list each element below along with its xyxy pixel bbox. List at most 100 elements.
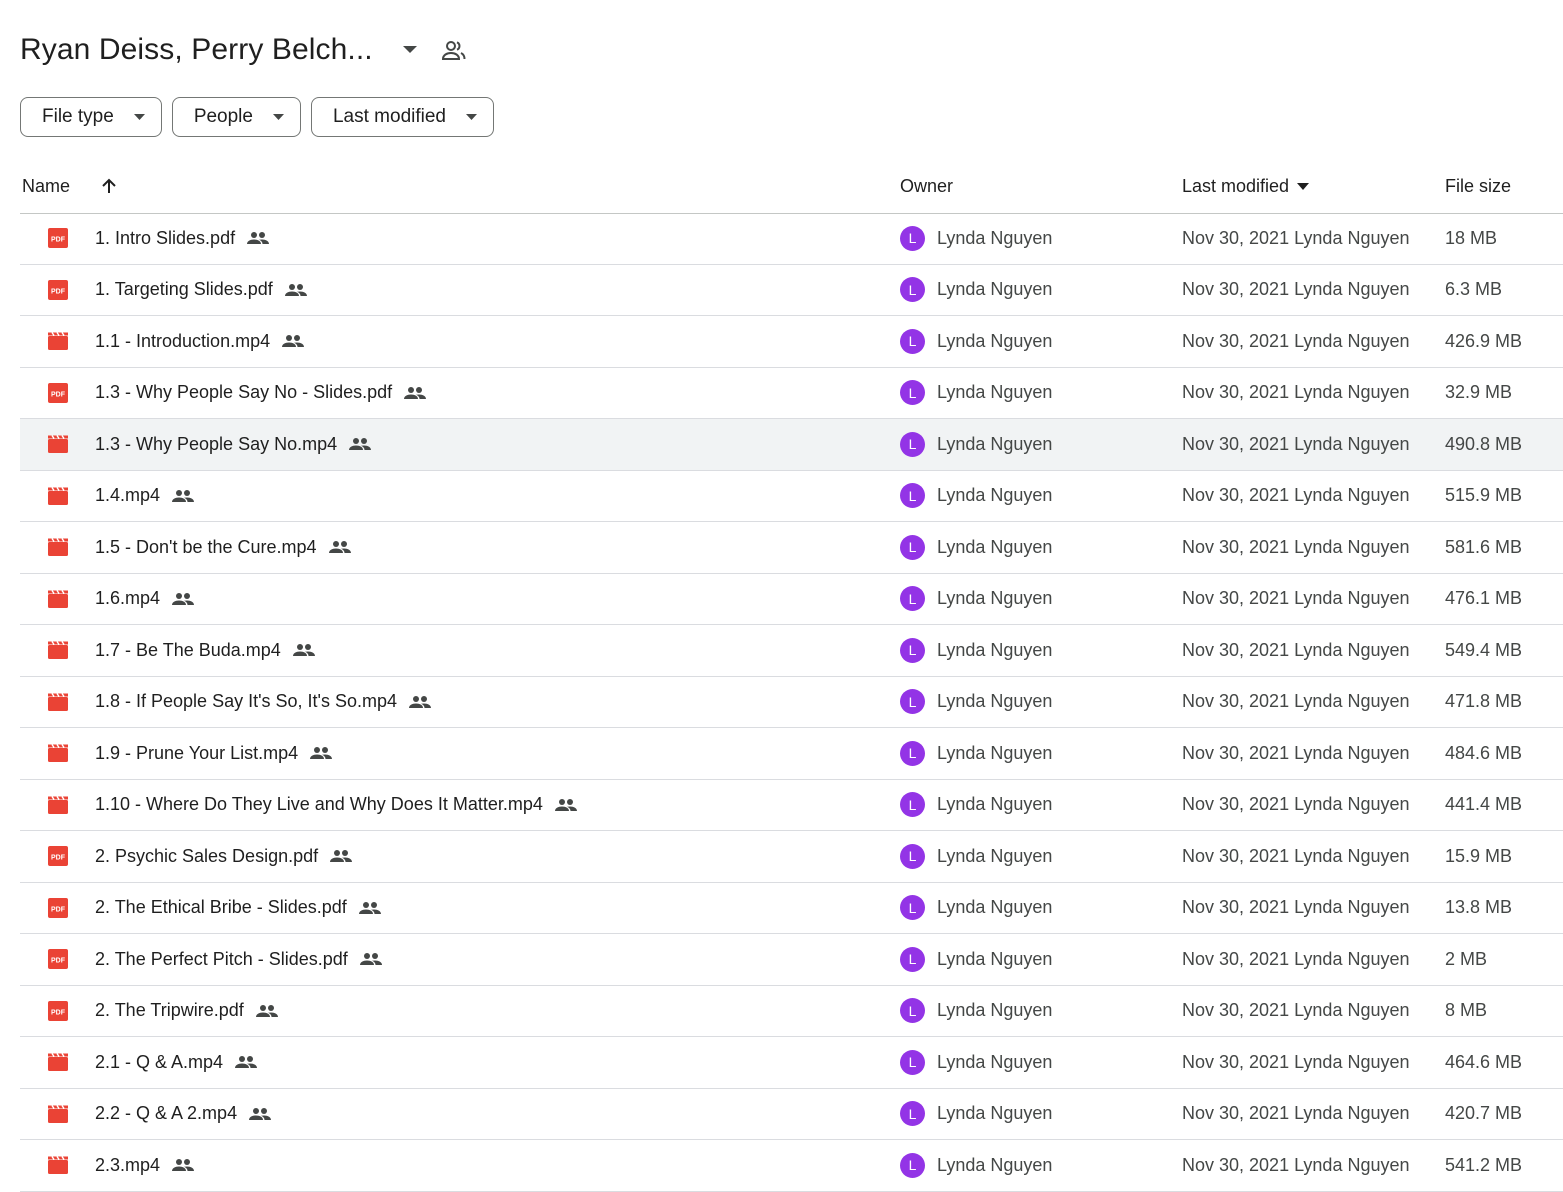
avatar: L [900, 895, 925, 921]
file-name[interactable]: 1.3 - Why People Say No - Slides.pdf [95, 382, 392, 403]
table-row[interactable]: 1.1 - Introduction.mp4 L Lynda Nguyen Nov 3… [20, 316, 1563, 368]
file-name-cell[interactable]: 2. The Perfect Pitch - Slides.pdf [95, 934, 382, 985]
caret-down-icon [133, 114, 145, 120]
table-row[interactable]: PDF 2. Psychic Sales Design.pdf L Lynda Ngu… [20, 831, 1563, 883]
table-row[interactable]: 1.7 - Be The Buda.mp4 L Lynda Nguyen Nov 30… [20, 625, 1563, 677]
file-name[interactable]: 1.1 - Introduction.mp4 [95, 331, 270, 352]
file-name[interactable]: 1. Targeting Slides.pdf [95, 279, 273, 300]
filter-file-type[interactable]: File type [20, 97, 162, 137]
table-row[interactable]: 2.1 - Q & A.mp4 L Lynda Nguyen Nov 30, 2021… [20, 1037, 1563, 1089]
arrow-up-icon[interactable] [100, 177, 118, 195]
avatar: L [900, 1049, 925, 1075]
file-name-cell[interactable]: 1.3 - Why People Say No.mp4 [95, 419, 372, 470]
filter-people[interactable]: People [171, 97, 301, 137]
file-name[interactable]: 1.3 - Why People Say No.mp4 [95, 434, 337, 455]
video-icon [47, 1140, 69, 1191]
table-row[interactable]: 1.8 - If People Say It's So, It's So.mp4… [20, 677, 1563, 728]
file-name[interactable]: 2.2 - Q & A 2.mp4 [95, 1103, 237, 1124]
file-name[interactable]: 2. The Perfect Pitch - Slides.pdf [95, 949, 348, 970]
table-row[interactable]: 1.3 - Why People Say No.mp4 L Lynda Nguyen… [20, 419, 1563, 471]
last-modified: Nov 30, 2021 Lynda Nguyen [1182, 794, 1410, 815]
owner-name: Lynda Nguyen [937, 1000, 1053, 1021]
file-name[interactable]: 2. The Tripwire.pdf [95, 1000, 244, 1021]
file-name[interactable]: 2.3.mp4 [95, 1155, 160, 1176]
owner-cell: L Lynda Nguyen [900, 368, 1052, 419]
table-row[interactable]: PDF 1.3 - Why People Say No - Slides.pdf L… [20, 368, 1563, 419]
pdf-icon: PDF [47, 986, 69, 1037]
file-name[interactable]: 2.1 - Q & A.mp4 [95, 1052, 223, 1073]
file-name-cell[interactable]: 1.5 - Don't be the Cure.mp4 [95, 522, 351, 573]
table-row[interactable]: PDF 2. The Tripwire.pdf L Lynda Nguyen Nov 3… [20, 986, 1563, 1037]
file-name-cell[interactable]: 2. The Ethical Bribe - Slides.pdf [95, 883, 381, 934]
avatar: L [900, 843, 925, 869]
column-name[interactable]: Name [22, 160, 118, 212]
file-name-cell[interactable]: 1.7 - Be The Buda.mp4 [95, 625, 315, 676]
caret-down-icon[interactable] [395, 35, 425, 65]
file-size-cell: 420.7 MB [1445, 1089, 1522, 1140]
table-row[interactable]: 1.6.mp4 L Lynda Nguyen Nov 30, 2021 Lynda N… [20, 574, 1563, 625]
file-name[interactable]: 1.5 - Don't be the Cure.mp4 [95, 537, 317, 558]
owner-cell: L Lynda Nguyen [900, 1140, 1052, 1191]
file-name-cell[interactable]: 1.10 - Where Do They Live and Why Does I… [95, 780, 577, 831]
owner-name: Lynda Nguyen [937, 433, 1053, 454]
file-name-cell[interactable]: 1. Targeting Slides.pdf [95, 265, 307, 316]
owner-cell: L Lynda Nguyen [900, 1089, 1052, 1140]
file-name[interactable]: 1.4.mp4 [95, 485, 160, 506]
file-name[interactable]: 1.10 - Where Do They Live and Why Does I… [95, 794, 543, 815]
table-row[interactable]: 1.4.mp4 L Lynda Nguyen Nov 30, 2021 Lynda N… [20, 471, 1563, 522]
table-row[interactable]: 2.2 - Q & A 2.mp4 L Lynda Nguyen Nov 30, 20… [20, 1089, 1563, 1140]
table-header: Name Owner Last modified File size [20, 160, 1563, 214]
file-name[interactable]: 1.8 - If People Say It's So, It's So.mp4 [95, 691, 397, 712]
table-row[interactable]: PDF 2. The Perfect Pitch - Slides.pdf L Lyn… [20, 934, 1563, 986]
file-name-cell[interactable]: 1. Intro Slides.pdf [95, 213, 270, 264]
file-name[interactable]: 2. The Ethical Bribe - Slides.pdf [95, 897, 347, 918]
table-row[interactable]: PDF 1. Targeting Slides.pdf L Lynda Nguyen N… [20, 265, 1563, 316]
avatar: L [900, 637, 925, 663]
svg-text:PDF: PDF [51, 855, 66, 862]
avatar: L [900, 483, 925, 509]
file-name-cell[interactable]: 2.1 - Q & A.mp4 [95, 1037, 258, 1088]
file-name[interactable]: 1.6.mp4 [95, 588, 160, 609]
last-modified: Nov 30, 2021 Lynda Nguyen [1182, 330, 1410, 351]
file-name[interactable]: 2. Psychic Sales Design.pdf [95, 846, 318, 867]
video-icon [47, 677, 69, 728]
avatar: L [900, 328, 925, 354]
shared-people-icon[interactable] [439, 35, 469, 65]
file-name-cell[interactable]: 2.3.mp4 [95, 1140, 195, 1191]
last-modified-cell: Nov 30, 2021 Lynda Nguyen [1182, 934, 1410, 985]
file-name-cell[interactable]: 1.1 - Introduction.mp4 [95, 316, 305, 367]
table-row[interactable]: 1.9 - Prune Your List.mp4 L Lynda Nguyen No… [20, 728, 1563, 780]
file-size: 32.9 MB [1445, 382, 1513, 403]
avatar: L [900, 1152, 925, 1178]
last-modified: Nov 30, 2021 Lynda Nguyen [1182, 279, 1410, 300]
file-name-cell[interactable]: 1.8 - If People Say It's So, It's So.mp4 [95, 677, 432, 728]
column-last-modified[interactable]: Last modified [1182, 160, 1310, 212]
table-row[interactable]: 2.3.mp4 L Lynda Nguyen Nov 30, 2021 Lynda N… [20, 1140, 1563, 1192]
filter-last-modified[interactable]: Last modified [310, 97, 494, 137]
file-name-cell[interactable]: 1.4.mp4 [95, 471, 195, 522]
file-name-cell[interactable]: 2.2 - Q & A 2.mp4 [95, 1089, 272, 1140]
file-name-cell[interactable]: 2. Psychic Sales Design.pdf [95, 831, 353, 882]
file-name-cell[interactable]: 2. The Tripwire.pdf [95, 986, 278, 1037]
owner-cell: L Lynda Nguyen [900, 1037, 1052, 1088]
file-size-cell: 32.9 MB [1445, 368, 1512, 419]
avatar: L [900, 534, 925, 560]
file-name[interactable]: 1. Intro Slides.pdf [95, 228, 235, 249]
column-file-size[interactable]: File size [1445, 160, 1511, 212]
file-name[interactable]: 1.9 - Prune Your List.mp4 [95, 743, 298, 764]
file-name-cell[interactable]: 1.6.mp4 [95, 574, 195, 625]
file-name-cell[interactable]: 1.3 - Why People Say No - Slides.pdf [95, 368, 427, 419]
file-name[interactable]: 1.7 - Be The Buda.mp4 [95, 640, 281, 661]
table-row[interactable]: 1.10 - Where Do They Live and Why Does I… [20, 780, 1563, 831]
last-modified: Nov 30, 2021 Lynda Nguyen [1182, 1154, 1410, 1175]
folder-title[interactable]: Ryan Deiss, Perry Belch... [20, 33, 373, 67]
table-row[interactable]: 1.5 - Don't be the Cure.mp4 L Lynda Nguyen… [20, 522, 1563, 574]
file-size-cell: 18 MB [1445, 213, 1497, 264]
table-row[interactable]: PDF 1. Intro Slides.pdf L Lynda Nguyen Nov 3… [20, 213, 1563, 265]
column-owner[interactable]: Owner [900, 160, 953, 212]
file-name-cell[interactable]: 1.9 - Prune Your List.mp4 [95, 728, 333, 779]
shared-people-icon [292, 643, 315, 657]
owner-cell: L Lynda Nguyen [900, 934, 1052, 985]
table-row[interactable]: PDF 2. The Ethical Bribe - Slides.pdf L Lyn… [20, 883, 1563, 934]
caret-down-icon [272, 114, 284, 120]
